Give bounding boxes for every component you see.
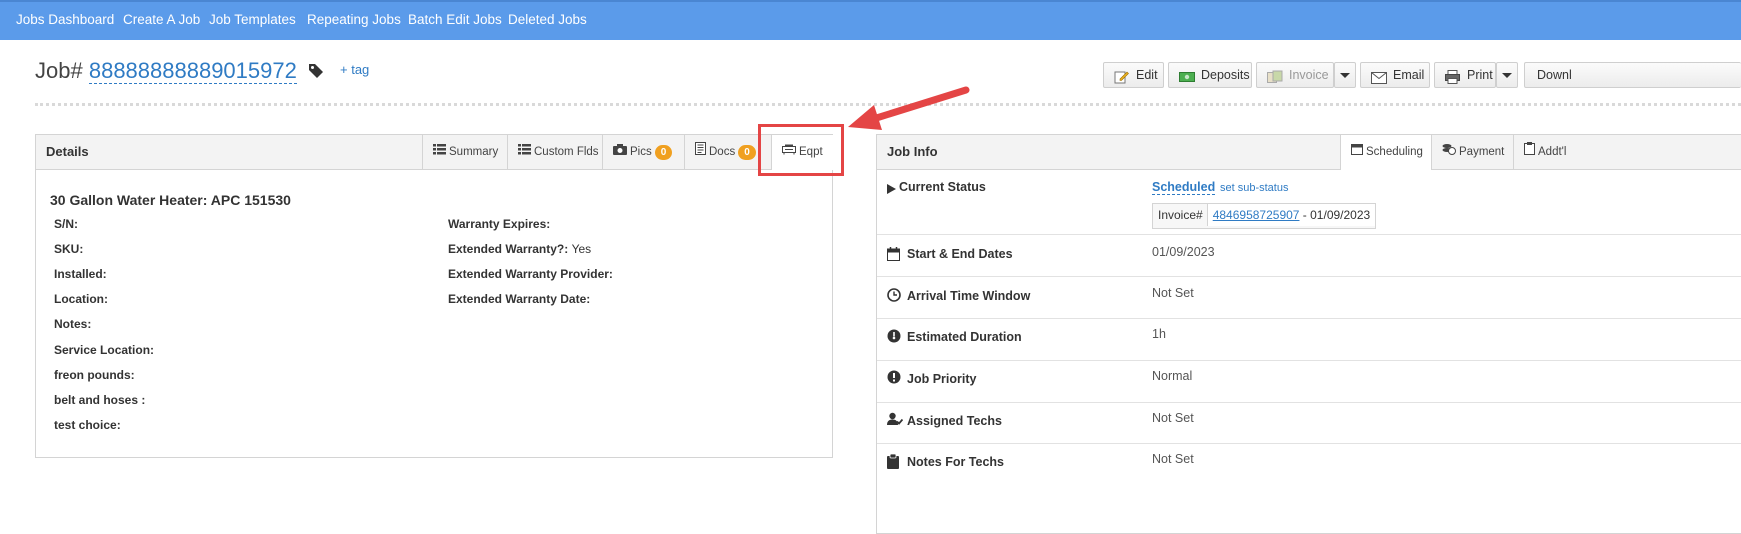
field-warranty-expires: Warranty Expires: [448, 217, 551, 231]
field-test-choice: test choice: [54, 418, 121, 432]
field-location: Location: [54, 292, 108, 306]
clipboard-icon [1524, 135, 1535, 169]
invoice-icon [1267, 68, 1283, 92]
field-extended-warranty-provider: Extended Warranty Provider: [448, 267, 613, 281]
equipment-title: 30 Gallon Water Heater: APC 151530 [50, 192, 291, 208]
techs-icon [887, 412, 904, 429]
tab-pics[interactable]: Pics 0 [602, 135, 684, 169]
nav-jobs-dashboard[interactable]: Jobs Dashboard [16, 12, 114, 27]
set-sub-status-link[interactable]: set sub-status [1220, 182, 1288, 194]
nav-repeating-jobs[interactable]: Repeating Jobs [307, 12, 401, 27]
printer-icon [1445, 68, 1460, 92]
job-prefix: Job# [35, 58, 83, 83]
details-title: Details [46, 144, 89, 159]
job-info-panel-header: Job Info Scheduling Payment Addt'l [877, 135, 1741, 170]
clock-icon [887, 288, 901, 305]
row-current-status: Current Status Scheduled set sub-status … [877, 170, 1741, 235]
row-assigned-techs: Assigned Techs Not Set [877, 402, 1741, 444]
invoice-label: Invoice# [1158, 208, 1203, 222]
field-belt-and-hoses: belt and hoses : [54, 393, 146, 407]
nav-batch-edit-jobs[interactable]: Batch Edit Jobs [408, 12, 502, 27]
docs-count-badge: 0 [738, 144, 756, 160]
tab-summary[interactable]: Summary [422, 135, 504, 169]
field-sku: SKU: [54, 242, 84, 256]
calendar-icon [887, 247, 900, 264]
calendar-icon [1351, 135, 1363, 169]
details-panel-header: Details Summary Custom Flds Pics 0 Docs 0 … [36, 135, 833, 170]
edit-icon [1114, 68, 1129, 92]
status-value-link[interactable]: Scheduled [1152, 180, 1216, 195]
nav-deleted-jobs[interactable]: Deleted Jobs [508, 12, 587, 27]
camera-icon [613, 135, 627, 169]
email-button[interactable]: Email [1360, 62, 1430, 88]
duration-icon [887, 329, 901, 346]
document-icon [695, 135, 706, 169]
extended-warranty-value: Yes [571, 242, 592, 256]
nav-create-a-job[interactable]: Create A Job [123, 12, 200, 27]
tab-payment[interactable]: Payment [1431, 135, 1513, 169]
invoice-button[interactable]: Invoice [1256, 62, 1334, 88]
field-notes: Notes: [54, 317, 92, 331]
edit-button[interactable]: Edit [1103, 62, 1164, 88]
field-extended-warranty-date: Extended Warranty Date: [448, 292, 591, 306]
field-installed: Installed: [54, 267, 107, 281]
invoice-date: - 01/09/2023 [1299, 208, 1371, 222]
top-nav: Jobs Dashboard Create A Job Job Template… [0, 0, 1741, 40]
invoice-number-link[interactable]: 4846958725907 [1213, 208, 1300, 222]
row-notes-for-techs: Notes For Techs Not Set [877, 443, 1741, 485]
job-info-title: Job Info [887, 144, 938, 159]
annotation-highlight-box [758, 124, 844, 176]
invoice-box: Invoice# 4846958725907 - 01/09/2023 [1152, 203, 1377, 229]
row-job-priority: Job Priority Normal [877, 360, 1741, 403]
add-tag-link[interactable]: + tag [340, 62, 369, 77]
annotation-arrow [848, 86, 970, 130]
print-dropdown-toggle[interactable] [1496, 62, 1518, 88]
tab-custom-flds[interactable]: Custom Flds [507, 135, 602, 169]
envelope-icon [1371, 68, 1387, 92]
field-freon-pounds: freon pounds: [54, 368, 135, 382]
money-icon [1179, 68, 1195, 92]
job-info-panel: Job Info Scheduling Payment Addt'l Curre… [876, 134, 1741, 534]
download-button[interactable]: Downl [1524, 62, 1741, 88]
coins-icon [1442, 135, 1456, 169]
pics-count-badge: 0 [654, 144, 673, 160]
expand-arrow-icon[interactable] [887, 182, 896, 197]
row-start-end-dates: Start & End Dates 01/09/2023 [877, 235, 1741, 277]
page-title: Job# 88888888889015972 [35, 58, 297, 84]
field-serial-number: S/N: [54, 217, 78, 231]
job-number-link[interactable]: 88888888889015972 [88, 58, 297, 84]
row-estimated-duration: Estimated Duration 1h [877, 318, 1741, 361]
tag-icon[interactable] [308, 63, 324, 82]
chevron-down-icon [1340, 73, 1350, 78]
field-extended-warranty: Extended Warranty?: Yes [448, 242, 592, 256]
priority-icon [887, 370, 901, 387]
nav-job-templates[interactable]: Job Templates [209, 12, 296, 27]
list-icon [433, 135, 446, 169]
deposits-button[interactable]: Deposits [1168, 62, 1252, 88]
invoice-dropdown-toggle[interactable] [1334, 62, 1356, 88]
list-icon [518, 135, 531, 169]
clipboard-icon [887, 453, 899, 472]
field-service-location: Service Location: [54, 343, 155, 357]
tab-scheduling[interactable]: Scheduling [1340, 135, 1431, 170]
row-arrival-time-window: Arrival Time Window Not Set [877, 277, 1741, 319]
current-status-label: Current Status [899, 180, 986, 194]
chevron-down-icon [1502, 73, 1512, 78]
print-button[interactable]: Print [1434, 62, 1496, 88]
tab-addtl[interactable]: Addt'l [1513, 135, 1741, 169]
details-panel: Details Summary Custom Flds Pics 0 Docs 0 … [35, 134, 833, 458]
